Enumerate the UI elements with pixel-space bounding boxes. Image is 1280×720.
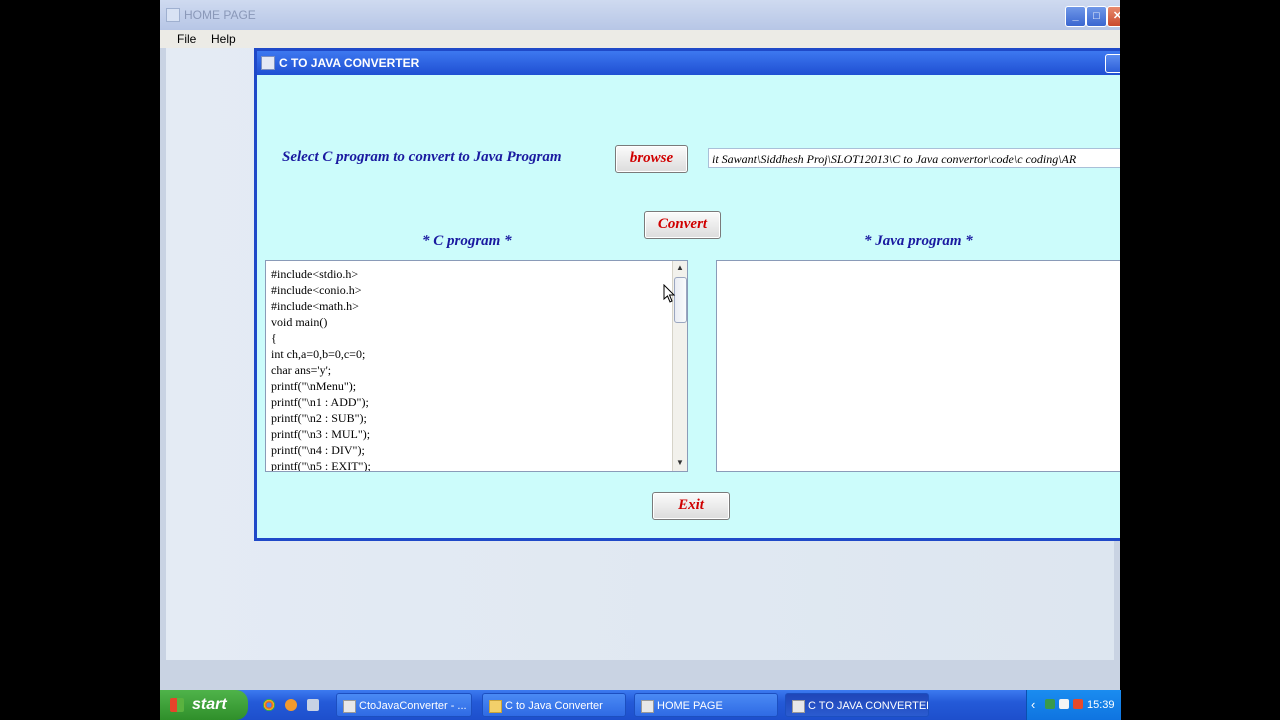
system-tray: ‹ 15:39 <box>1026 690 1121 720</box>
convert-button[interactable]: Convert <box>644 211 721 239</box>
folder-icon <box>489 700 502 713</box>
exit-button[interactable]: Exit <box>652 492 730 520</box>
clock[interactable]: 15:39 <box>1087 699 1115 711</box>
code-line: int ch,a=0,b=0,c=0; <box>271 347 366 361</box>
home-page-titlebar[interactable]: HOME PAGE _ □ ✕ <box>160 0 1120 30</box>
security-alert-icon[interactable] <box>1073 699 1083 709</box>
code-line: #include<stdio.h> <box>271 267 359 281</box>
taskbar-item-label: C to Java Converter <box>505 700 603 712</box>
quicklaunch-icon[interactable] <box>285 699 297 711</box>
c-code-text: #include<stdio.h> #include<conio.h> #inclu… <box>271 266 371 472</box>
java-app-icon <box>792 700 805 713</box>
taskbar: start CtoJavaConverter - ... C to Java C… <box>160 690 1121 720</box>
code-line: #include<conio.h> <box>271 283 362 297</box>
code-line: { <box>271 331 277 345</box>
mouse-pointer-icon <box>663 284 676 303</box>
java-app-icon <box>641 700 654 713</box>
shield-icon[interactable] <box>307 699 319 711</box>
code-line: printf("\n4 : DIV"); <box>271 443 365 457</box>
select-program-label: Select C program to convert to Java Prog… <box>282 149 562 165</box>
taskbar-item-label: C TO JAVA CONVERTER <box>808 700 929 712</box>
taskbar-item[interactable]: HOME PAGE <box>634 693 778 717</box>
start-label: start <box>192 696 227 713</box>
code-line: char ans='y'; <box>271 363 332 377</box>
chrome-icon[interactable] <box>263 699 275 711</box>
code-line: printf("\nMenu"); <box>271 379 357 393</box>
windows-logo-icon <box>170 698 184 712</box>
c-program-label: * C program * <box>422 233 512 249</box>
converter-minimize-button[interactable] <box>1105 54 1120 73</box>
tray-app-icon[interactable] <box>1059 699 1069 709</box>
file-path-field[interactable]: it Sawant\Siddhesh Proj\SLOT12013\C to J… <box>708 148 1120 168</box>
maximize-button[interactable]: □ <box>1086 6 1107 27</box>
chevron-left-icon[interactable]: ‹ <box>1031 697 1035 712</box>
converter-window: C TO JAVA CONVERTER Select C program to … <box>254 48 1120 541</box>
minimize-button[interactable]: _ <box>1065 6 1086 27</box>
java-app-icon <box>166 8 180 22</box>
code-line: printf("\n3 : MUL"); <box>271 427 371 441</box>
menu-help[interactable]: Help <box>211 32 236 46</box>
scroll-up-icon[interactable]: ▲ <box>675 263 685 273</box>
java-program-textarea[interactable] <box>716 260 1120 472</box>
code-line: printf("\n2 : SUB"); <box>271 411 367 425</box>
browse-button[interactable]: browse <box>615 145 688 173</box>
code-line: printf("\n1 : ADD"); <box>271 395 369 409</box>
scroll-down-icon[interactable]: ▼ <box>675 458 685 468</box>
close-button[interactable]: ✕ <box>1107 6 1120 27</box>
app-icon <box>343 700 356 713</box>
start-button[interactable]: start <box>160 690 248 720</box>
code-line: printf("\n5 : EXIT"); <box>271 459 371 472</box>
taskbar-item-label: HOME PAGE <box>657 700 723 712</box>
taskbar-item[interactable]: CtoJavaConverter - ... <box>336 693 472 717</box>
taskbar-item[interactable]: C to Java Converter <box>482 693 626 717</box>
converter-titlebar[interactable]: C TO JAVA CONVERTER <box>257 51 1120 75</box>
converter-title: C TO JAVA CONVERTER <box>279 56 420 70</box>
home-page-title: HOME PAGE <box>184 8 256 22</box>
menu-file[interactable]: File <box>177 32 196 46</box>
code-line: void main() <box>271 315 328 329</box>
java-app-icon <box>261 56 275 70</box>
java-program-label: * Java program * <box>864 233 973 249</box>
code-line: #include<math.h> <box>271 299 359 313</box>
home-page-bottom <box>160 660 1120 690</box>
menu-bar: File Help <box>160 30 1120 48</box>
taskbar-item-active[interactable]: C TO JAVA CONVERTER <box>785 693 929 717</box>
c-program-textarea[interactable]: #include<stdio.h> #include<conio.h> #inclu… <box>265 260 688 472</box>
network-icon[interactable] <box>1045 699 1055 709</box>
taskbar-item-label: CtoJavaConverter - ... <box>359 700 467 712</box>
desktop-screen: HOME PAGE _ □ ✕ File Help C TO JAVA CONV… <box>160 0 1120 720</box>
